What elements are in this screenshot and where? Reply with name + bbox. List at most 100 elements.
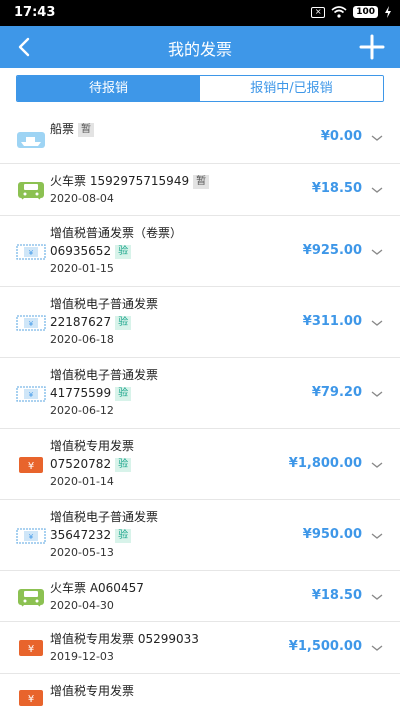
invoice-amount: ¥1,500.00 [288,639,362,654]
invoice-amount: ¥925.00 [302,243,362,258]
verify-badge[interactable]: 验 [115,528,132,543]
vat-invoice-icon: ¥ [16,241,46,263]
status-bar: 17:43 × 100 [0,0,400,26]
invoice-number: 22187627 [50,315,112,329]
wifi-icon [331,6,347,18]
invoice-row[interactable]: 火车票 A060457 2020-04-30 ¥18.50 [0,571,400,622]
status-time: 17:43 [14,5,56,20]
temp-badge: 暂 [78,122,95,137]
invoice-row[interactable]: ¥ 增值税电子普通发票 35647232 验 2020-05-13 ¥950.00 [0,500,400,571]
invoice-row[interactable]: 船票暂 ¥0.00 [0,112,400,164]
invoice-title: 增值税专用发票 [50,632,135,646]
invoice-date: 2020-04-30 [50,599,114,612]
invoice-date: 2020-06-12 [50,404,114,417]
chevron-down-icon[interactable] [370,531,384,541]
chevron-down-icon[interactable] [370,643,384,653]
invoice-amount: ¥79.20 [311,385,362,400]
invoice-info: 火车票 1592975715949 暂 2020-08-04 [50,172,210,208]
verify-badge[interactable]: 验 [115,457,132,472]
charging-icon [385,6,391,18]
invoice-info: 增值税专用发票 [50,682,134,700]
segmented-tabs: 待报销 报销中/已报销 [16,75,384,102]
invoice-info: 增值税专用发票 05299033 2019-12-03 [50,630,199,666]
chevron-down-icon[interactable] [370,389,384,399]
nav-bar: 我的发票 [0,26,400,68]
invoice-amount: ¥311.00 [302,314,362,329]
invoice-info: 增值税专用发票 07520782 验 2020-01-14 [50,437,134,491]
vat-invoice-icon: ¥ [16,383,46,405]
invoice-title: 船票 [50,122,75,136]
add-icon[interactable] [358,33,386,61]
invoice-title: 增值税电子普通发票 [50,510,159,524]
status-icons: × 100 [311,6,392,18]
invoice-row[interactable]: 火车票 1592975715949 暂 2020-08-04 ¥18.50 [0,164,400,216]
train-ticket-icon [16,586,46,608]
invoice-amount: ¥1,800.00 [288,456,362,471]
invoice-amount: ¥18.50 [311,588,362,603]
verify-badge[interactable]: 验 [115,315,132,330]
invoice-number: 1592975715949 [86,174,190,188]
verify-badge[interactable]: 验 [115,386,132,401]
invoice-number: 07520782 [50,457,112,471]
invoice-title: 增值税专用发票 [50,684,135,698]
svg-text:¥: ¥ [28,694,34,705]
invoice-list: 船票暂 ¥0.00 火车票 1592975715949 暂 2020-08-04 ¥18.… [0,112,400,711]
svg-text:¥: ¥ [29,249,34,257]
chevron-down-icon[interactable] [370,247,384,257]
svg-text:¥: ¥ [28,644,34,655]
invoice-info: 船票暂 [50,120,95,138]
vat-invoice-icon: ¥ [16,525,46,547]
train-ticket-icon [16,179,46,201]
invoice-date: 2019-12-03 [50,650,114,663]
invoice-number: A060457 [86,581,144,595]
chevron-down-icon[interactable] [370,133,384,143]
invoice-amount: ¥950.00 [302,527,362,542]
invoice-row[interactable]: ¥ 增值税普通发票（卷票） 06935652 验 2020-01-15 ¥925.00 [0,216,400,287]
chevron-down-icon[interactable] [370,592,384,602]
svg-text:¥: ¥ [29,391,34,399]
vat-special-invoice-icon: ¥ [16,637,46,659]
vat-invoice-icon: ¥ [16,312,46,334]
invoice-info: 增值税普通发票（卷票） 06935652 验 2020-01-15 [50,224,182,278]
no-sim-icon: × [311,6,326,18]
verify-badge[interactable]: 验 [115,244,132,259]
ship-ticket-icon [16,129,46,151]
invoice-row[interactable]: ¥ 增值税电子普通发票 41775599 验 2020-06-12 ¥79.20 [0,358,400,429]
invoice-info: 火车票 A060457 2020-04-30 [50,579,144,615]
chevron-down-icon[interactable] [370,318,384,328]
invoice-date: 2020-06-18 [50,333,114,346]
invoice-number: 06935652 [50,244,112,258]
svg-text:¥: ¥ [29,320,34,328]
invoice-row[interactable]: ¥ 增值税专用发票 07520782 验 2020-01-14 ¥1,800.00 [0,429,400,500]
invoice-amount: ¥18.50 [311,181,362,196]
invoice-date: 2020-08-04 [50,192,114,205]
tab-bar: 待报销 报销中/已报销 [0,68,400,112]
invoice-date: 2020-01-15 [50,262,114,275]
temp-badge: 暂 [193,174,210,189]
invoice-title: 增值税专用发票 [50,439,135,453]
invoice-number: 41775599 [50,386,112,400]
invoice-date: 2020-05-13 [50,546,114,559]
invoice-row[interactable]: ¥ 增值税专用发票 [0,674,400,711]
svg-text:¥: ¥ [28,461,34,472]
invoice-title: 增值税普通发票（卷票） [50,226,183,240]
invoice-number: 05299033 [134,632,199,646]
tab-pending[interactable]: 待报销 [17,76,200,101]
invoice-date: 2020-01-14 [50,475,114,488]
invoice-title: 增值税电子普通发票 [50,368,159,382]
invoice-info: 增值税电子普通发票 41775599 验 2020-06-12 [50,366,158,420]
invoice-title: 火车票 [50,174,87,188]
vat-special-invoice-icon: ¥ [16,687,46,709]
tab-reimbursed[interactable]: 报销中/已报销 [200,76,383,101]
invoice-title: 火车票 [50,581,87,595]
invoice-info: 增值税电子普通发票 35647232 验 2020-05-13 [50,508,158,562]
invoice-title: 增值税电子普通发票 [50,297,159,311]
invoice-row[interactable]: ¥ 增值税电子普通发票 22187627 验 2020-06-18 ¥311.00 [0,287,400,358]
chevron-down-icon[interactable] [370,460,384,470]
battery-icon: 100 [353,6,378,18]
vat-special-invoice-icon: ¥ [16,454,46,476]
invoice-row[interactable]: ¥ 增值税专用发票 05299033 2019-12-03 ¥1,500.00 [0,622,400,674]
page-title: 我的发票 [167,40,232,59]
invoice-number: 35647232 [50,528,112,542]
chevron-down-icon[interactable] [370,185,384,195]
